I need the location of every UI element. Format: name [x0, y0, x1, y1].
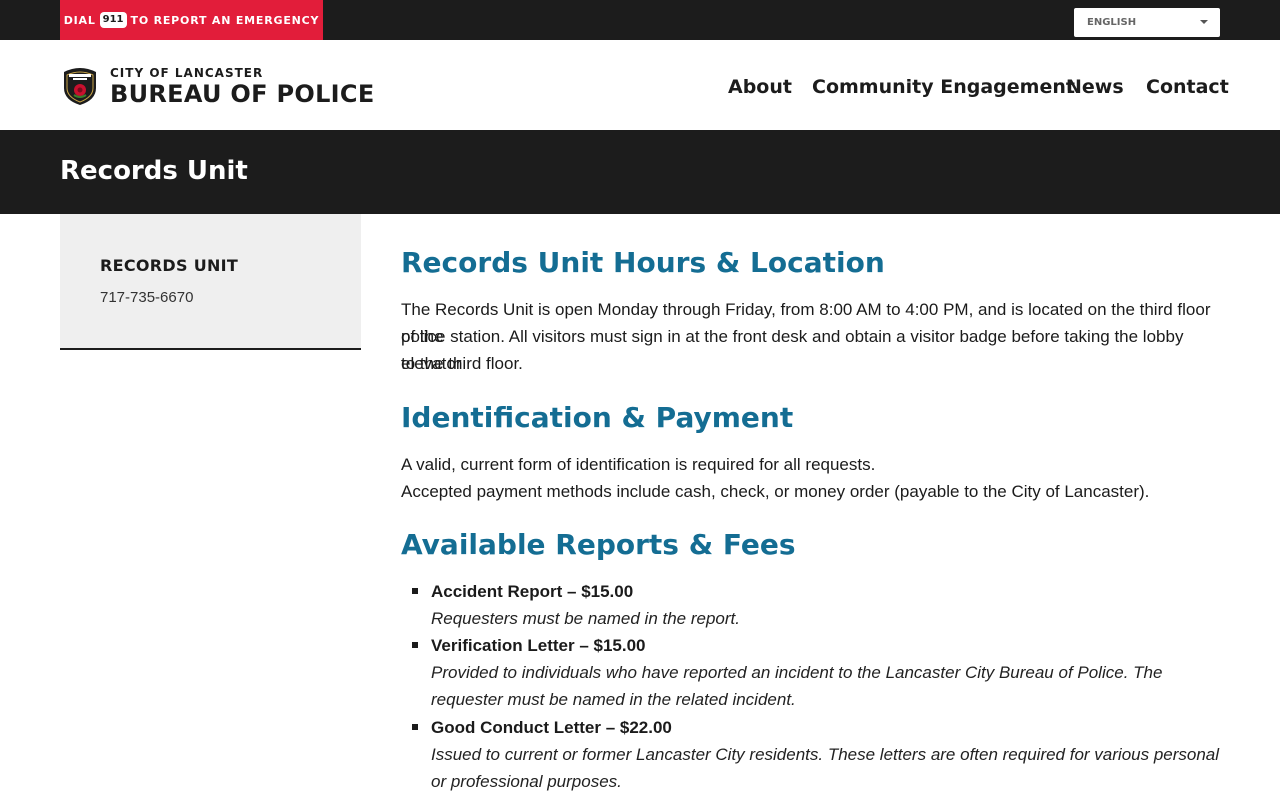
page-title: Records Unit — [60, 156, 248, 186]
site-header: CITY OF LANCASTER BUREAU OF POLICE About… — [0, 40, 1280, 130]
sidebar-phone[interactable]: 717-735-6670 — [100, 289, 193, 306]
nav-about[interactable]: About — [728, 76, 792, 98]
report-description: Requesters must be named in the report. — [431, 609, 740, 628]
bullet-icon — [412, 588, 418, 594]
list-item: Verification Letter – $15.00 Provided to… — [412, 632, 1221, 713]
emergency-suffix: TO REPORT AN EMERGENCY — [130, 13, 320, 27]
list-item: Good Conduct Letter – $22.00 Issued to c… — [412, 714, 1221, 795]
report-description: Provided to individuals who have reporte… — [431, 663, 1163, 709]
chevron-down-icon — [1200, 20, 1208, 24]
top-bar: DIAL 911 TO REPORT AN EMERGENCY ENGLISH — [0, 0, 1280, 40]
hours-heading: Records Unit Hours & Location — [401, 246, 885, 279]
brand-subtitle: CITY OF LANCASTER — [110, 66, 264, 80]
identification-heading: Identification & Payment — [401, 401, 794, 434]
report-description: Issued to current or former Lancaster Ci… — [431, 745, 1220, 791]
bullet-icon — [412, 724, 418, 730]
emergency-number-badge: 911 — [99, 12, 127, 28]
language-select[interactable]: ENGLISH — [1074, 8, 1220, 37]
nav-community-engagement[interactable]: Community Engagement — [812, 76, 1075, 98]
language-selected-value: ENGLISH — [1087, 17, 1137, 28]
sidebar-contact-card: RECORDS UNIT 717-735-6670 — [60, 214, 361, 350]
brand-title[interactable]: BUREAU OF POLICE — [110, 80, 375, 108]
nav-contact[interactable]: Contact — [1146, 76, 1229, 98]
sidebar-title: RECORDS UNIT — [100, 256, 239, 275]
page-banner: Records Unit — [0, 130, 1280, 214]
hours-text-line3: to the third floor. — [401, 354, 523, 373]
list-item: Accident Report – $15.00 Requesters must… — [412, 578, 1221, 632]
nav-news[interactable]: News — [1066, 76, 1124, 98]
report-name: Good Conduct Letter – $22.00 — [431, 718, 672, 737]
police-badge-logo-icon[interactable] — [60, 66, 100, 106]
reports-heading: Available Reports & Fees — [401, 528, 796, 561]
report-name: Verification Letter – $15.00 — [431, 636, 646, 655]
bullet-icon — [412, 642, 418, 648]
emergency-banner: DIAL 911 TO REPORT AN EMERGENCY — [60, 0, 323, 40]
identification-text-line2: Accepted payment methods include cash, c… — [401, 482, 1150, 501]
identification-text-line1: A valid, current form of identification … — [401, 455, 876, 474]
report-name: Accident Report – $15.00 — [431, 582, 634, 601]
emergency-prefix: DIAL — [63, 13, 96, 27]
